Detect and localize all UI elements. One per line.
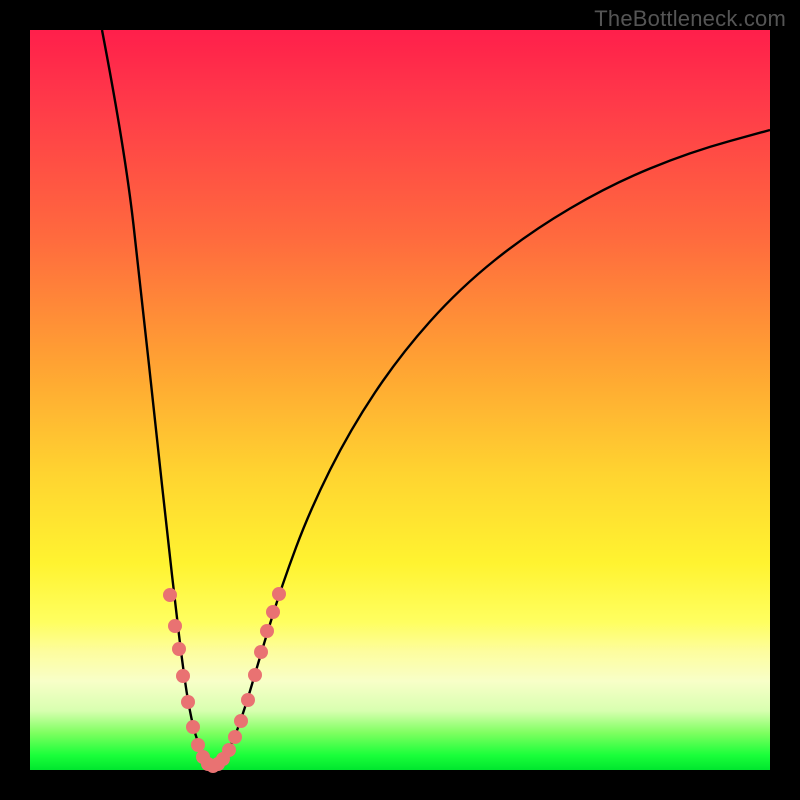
chart-markers xyxy=(163,587,286,773)
chart-plot-area xyxy=(30,30,770,770)
attribution-watermark: TheBottleneck.com xyxy=(594,6,786,32)
chart-marker xyxy=(181,695,195,709)
chart-marker xyxy=(254,645,268,659)
chart-marker xyxy=(228,730,242,744)
chart-frame: TheBottleneck.com xyxy=(0,0,800,800)
chart-marker xyxy=(222,743,236,757)
chart-marker xyxy=(272,587,286,601)
chart-marker xyxy=(248,668,262,682)
chart-marker xyxy=(163,588,177,602)
chart-marker xyxy=(241,693,255,707)
chart-marker xyxy=(176,669,190,683)
chart-marker xyxy=(234,714,248,728)
chart-marker xyxy=(260,624,274,638)
chart-marker xyxy=(186,720,200,734)
chart-svg xyxy=(30,30,770,770)
chart-curve xyxy=(102,30,770,764)
chart-marker xyxy=(172,642,186,656)
chart-marker xyxy=(266,605,280,619)
chart-marker xyxy=(168,619,182,633)
chart-marker xyxy=(191,738,205,752)
